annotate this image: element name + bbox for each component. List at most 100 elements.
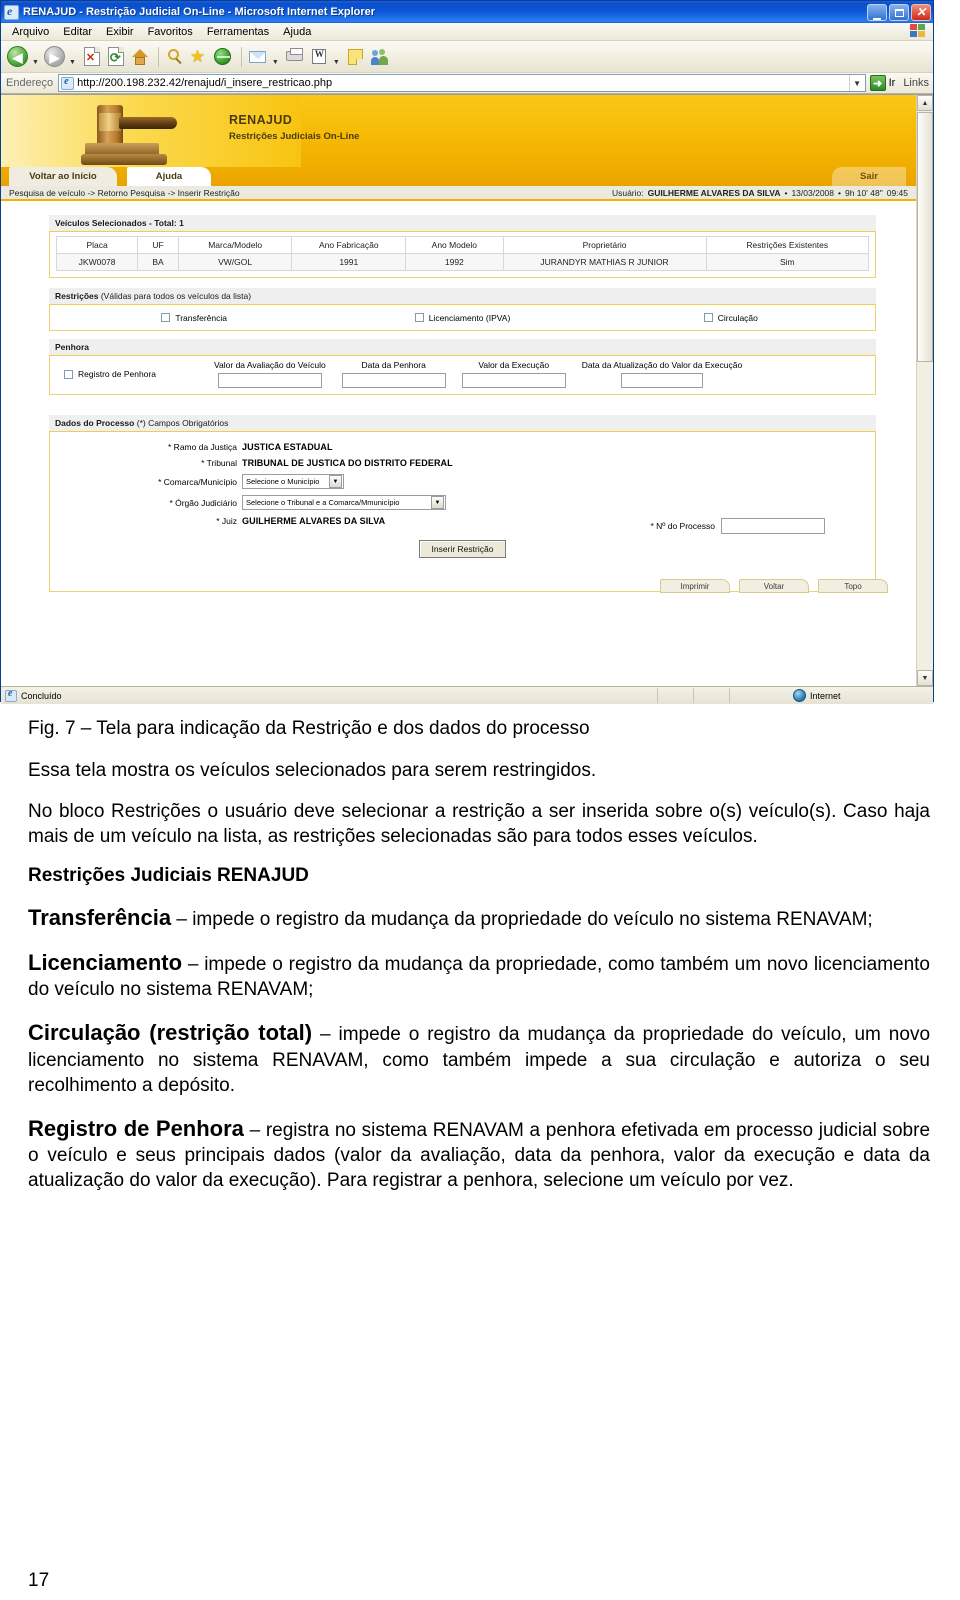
session-date: 13/03/2008 (791, 187, 834, 198)
input-numero-processo[interactable] (721, 518, 825, 534)
restricoes-panel: Transferência Licenciamento (IPVA) Circu… (49, 305, 876, 331)
go-arrow-icon: ➜ (869, 75, 886, 91)
notes-icon[interactable] (345, 46, 367, 68)
cell-proprietario: JURANDYR MATHIAS R JUNIOR (502, 253, 707, 271)
favorites-icon[interactable]: ★ (188, 46, 210, 68)
menu-item-ajuda[interactable]: Ajuda (276, 25, 318, 39)
tab-voltar-ao-inicio[interactable]: Voltar ao Início (9, 167, 117, 186)
security-zone: Internet (763, 689, 933, 702)
tab-sair[interactable]: Sair (832, 167, 906, 186)
menu-item-ferramentas[interactable]: Ferramentas (200, 25, 276, 39)
figure-caption: Fig. 7 – Tela para indicação da Restriçã… (28, 718, 590, 739)
tab-imprimir[interactable]: Imprimir (660, 579, 730, 593)
menu-item-exibir[interactable]: Exibir (99, 25, 141, 39)
cell-ano-fabricacao: 1991 (291, 253, 407, 271)
forward-dropdown-icon[interactable]: ▼ (69, 59, 76, 72)
edit-word-icon[interactable] (308, 46, 330, 68)
label-valor-execucao: Valor da Execução (478, 360, 550, 370)
breadcrumb: Pesquisa de veículo -> Retorno Pesquisa … (9, 187, 240, 198)
checkbox-transferencia[interactable]: Transferência (60, 313, 328, 323)
ie-logo-icon (4, 4, 19, 20)
checkbox-circulacao[interactable]: Circulação (597, 313, 865, 323)
input-valor-avaliacao[interactable] (217, 373, 322, 388)
forward-icon[interactable]: ▶ (43, 45, 66, 68)
row-tribunal: * Tribunal TRIBUNAL DE JUSTICA DO DISTRI… (56, 458, 869, 468)
go-button[interactable]: ➜ Ir (869, 75, 896, 91)
chevron-down-icon[interactable]: ▼ (431, 496, 444, 509)
checkbox-icon[interactable] (64, 369, 73, 379)
submit-row: Inserir Restrição (56, 540, 869, 558)
field-valor-execucao: Valor da Execução (461, 360, 566, 388)
dash-3: – (243, 1119, 266, 1141)
vertical-scrollbar[interactable]: ▲ ▼ (916, 95, 933, 686)
bullet-1: • (784, 187, 788, 198)
cell-uf: BA (137, 253, 179, 271)
search-icon[interactable] (164, 46, 186, 68)
home-icon[interactable] (129, 46, 151, 68)
toolbar-separator (157, 46, 159, 67)
stop-icon[interactable]: ✕ (81, 46, 103, 68)
brand-block: RENAJUD Restrições Judiciais On-Line (229, 113, 359, 142)
back-dropdown-icon[interactable]: ▼ (32, 59, 39, 72)
checkbox-icon[interactable] (703, 313, 713, 322)
col-ano-fabricacao: Ano Fabricação (291, 236, 407, 254)
restore-button[interactable] (889, 3, 909, 21)
address-input[interactable]: http://200.198.232.42/renajud/i_insere_r… (58, 74, 866, 92)
inserir-restricao-button[interactable]: Inserir Restrição (418, 540, 507, 558)
status-page-icon (5, 688, 17, 702)
back-icon[interactable]: ◀ (7, 45, 29, 68)
mail-icon[interactable] (247, 46, 269, 68)
row-orgao-judiciario: * Órgão Judiciário Selecione o Tribunal … (56, 495, 869, 510)
go-label: Ir (888, 77, 896, 89)
tab-topo[interactable]: Topo (818, 579, 888, 593)
checkbox-licenciamento[interactable]: Licenciamento (IPVA) (328, 313, 596, 323)
window-title: RENAJUD - Restrição Judicial On-Line - M… (23, 6, 376, 18)
address-value: http://200.198.232.42/renajud/i_insere_r… (77, 77, 333, 89)
renajud-tabs: Voltar ao Início Ajuda Sair (1, 167, 916, 186)
menu-item-favoritos[interactable]: Favoritos (141, 25, 200, 39)
scrollbar-thumb[interactable] (917, 112, 933, 362)
restricoes-title: Restrições (55, 291, 99, 301)
page-content: RENAJUD Restrições Judiciais On-Line Vol… (1, 95, 916, 686)
scroll-up-arrow-icon[interactable]: ▲ (917, 95, 933, 111)
processo-note: (*) Campos Obrigatórios (136, 418, 229, 428)
messenger-icon[interactable] (369, 46, 391, 68)
select-comarca-municipio[interactable]: Selecione o Município ▼ (242, 474, 344, 489)
edit-dropdown-icon[interactable]: ▼ (333, 59, 340, 72)
checkbox-registro-penhora[interactable]: Registro de Penhora (64, 369, 214, 388)
input-data-penhora[interactable] (341, 373, 446, 388)
refresh-icon[interactable]: ⟳ (105, 46, 127, 68)
checkbox-icon[interactable] (414, 313, 424, 322)
term-transferencia: Transferência (28, 905, 172, 931)
chevron-down-icon[interactable]: ▼ (329, 475, 342, 488)
input-valor-execucao[interactable] (461, 373, 566, 388)
label-orgao-judiciario: * Órgão Judiciário (169, 497, 237, 508)
term-item-circulacao: Circulação (restrição total) – impede o … (28, 1018, 930, 1097)
page-bottom-tabs: Imprimir Voltar Topo (660, 579, 888, 593)
input-data-atualizacao[interactable] (620, 373, 703, 388)
history-icon[interactable] (212, 46, 234, 68)
tab-ajuda[interactable]: Ajuda (127, 167, 211, 186)
checkbox-icon[interactable] (161, 313, 171, 322)
field-data-penhora: Data da Penhora (341, 360, 446, 388)
scroll-down-arrow-icon[interactable]: ▼ (917, 670, 933, 686)
address-dropdown-icon[interactable]: ▼ (848, 75, 865, 91)
value-juiz: GUILHERME ALVARES DA SILVA (242, 516, 386, 526)
value-tribunal: TRIBUNAL DE JUSTICA DO DISTRITO FEDERAL (242, 458, 453, 468)
breadcrumb-bar: Pesquisa de veículo -> Retorno Pesquisa … (1, 186, 916, 201)
page-favicon-icon (61, 76, 75, 90)
links-button[interactable]: Links (903, 77, 929, 89)
menu-item-editar[interactable]: Editar (56, 25, 99, 39)
label-data-penhora: Data da Penhora (361, 360, 426, 370)
table-row[interactable]: JKW0078 BA VW/GOL 1991 1992 JURANDYR MAT… (55, 253, 870, 271)
mail-dropdown-icon[interactable]: ▼ (272, 59, 279, 72)
print-icon[interactable] (284, 46, 306, 68)
user-label: Usuário: (611, 187, 644, 198)
minimize-button[interactable] (867, 3, 887, 21)
menu-item-arquivo[interactable]: Arquivo (5, 25, 56, 39)
close-button[interactable]: ✕ (911, 3, 931, 21)
select-orgao-judiciario[interactable]: Selecione o Tribunal e a Comarca/Mmunicí… (242, 495, 446, 510)
tab-voltar[interactable]: Voltar (739, 579, 809, 593)
status-text: Concluído (21, 690, 62, 701)
brand-title: RENAJUD (229, 113, 293, 127)
